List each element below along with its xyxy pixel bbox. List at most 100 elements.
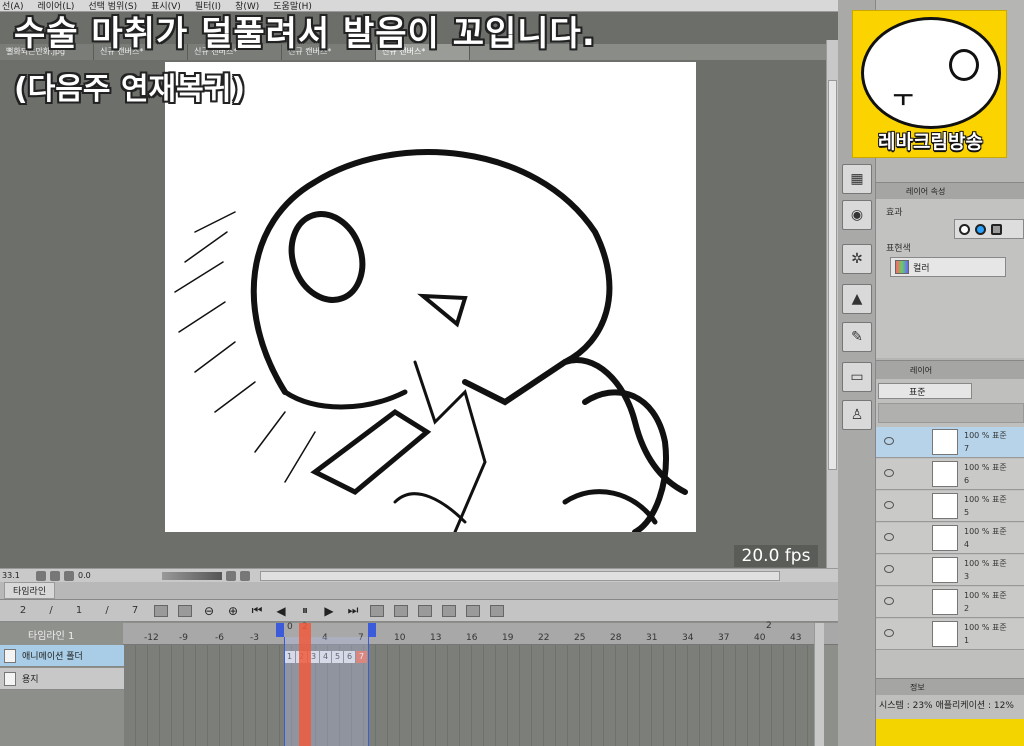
layer-row[interactable]: 100 % 표준 4 [876,523,1024,554]
zoom-in-icon[interactable]: ⊕ [226,604,240,618]
specify-cel-icon[interactable] [418,604,432,617]
layer-row[interactable]: 100 % 표준 3 [876,555,1024,586]
fit-icon[interactable] [64,570,74,581]
ruler-tick: 25 [574,633,586,643]
layer-row[interactable]: 100 % 표준 2 [876,587,1024,618]
ruler-tick: 37 [718,633,730,643]
layer-thumbnail [932,557,958,583]
timeline-tab[interactable]: 타임라인 [4,582,56,599]
first-frame-icon[interactable]: ⏮ [250,603,264,618]
tab-layers[interactable]: 레이어 [876,361,1024,379]
playhead[interactable] [299,623,311,746]
rotate-right-icon[interactable] [240,570,250,581]
visibility-eye-icon[interactable] [884,437,894,445]
delete-cel-icon[interactable] [442,604,456,617]
playback-range-band [284,637,368,746]
pause-icon[interactable]: ⏸ [298,603,312,618]
visibility-eye-icon[interactable] [884,469,894,477]
layer-row[interactable]: 100 % 표준 1 [876,619,1024,650]
layer-thumbnail [932,589,958,615]
onion-skin-icon[interactable] [466,604,480,617]
frame-grid[interactable] [124,645,814,746]
visibility-eye-icon[interactable] [884,565,894,573]
expression-color-value: 컬러 [913,264,930,274]
image-tool-icon[interactable]: ▲ [842,284,872,314]
track-animation-folder[interactable]: 애니메이션 폴더 [0,645,124,667]
track-paper[interactable]: 용지 [0,668,124,690]
last-frame-icon[interactable]: ⏭ [346,603,360,618]
light-table-icon[interactable] [490,604,504,617]
timeline-toolbar: 2 / 1 / 7 ⊖ ⊕ ⏮ ◀ ⏸ ▶ ⏭ [0,600,838,622]
effect-tool-icon[interactable]: ✲ [842,244,872,274]
canvas-horizontal-scrollbar[interactable] [260,570,780,581]
canvas-status-bar: 33.1 0.0 [0,568,838,582]
character-drawing [174,149,688,535]
layer-row[interactable]: 100 % 표준 5 [876,491,1024,522]
tab-info[interactable]: 정보 [876,679,1024,695]
frame-field-b[interactable]: 1 [70,605,88,616]
logo-eye [949,49,979,81]
ruler-tick: -6 [215,633,224,643]
ruler-tick: 13 [430,633,442,643]
next-frame-icon[interactable]: ▶ [322,604,336,618]
visibility-eye-icon[interactable] [884,629,894,637]
visibility-eye-icon[interactable] [884,501,894,509]
canvas-vertical-scrollbar[interactable] [826,40,838,568]
blend-mode-select[interactable]: 표준 [878,383,972,399]
rotation-value[interactable]: 0.0 [78,571,158,580]
loop-icon[interactable] [370,604,384,617]
info-footer-bar [876,719,1024,746]
system-usage-text: 시스템 : 23% 애플리케이션 : 12% [879,701,1014,711]
figure-tool-icon[interactable]: ♙ [842,400,872,430]
channel-logo: ㅜ 레바크림방송 [852,10,1007,158]
frame-ruler[interactable]: -12 -9 -6 -3 0 2 4 7 10 13 16 19 22 25 2… [124,621,814,645]
layer-opacity-blend: 100 % 표준 [964,463,1007,472]
folder-tool-icon[interactable]: ▭ [842,362,872,392]
range-start-line [284,637,285,746]
frame-field-c[interactable]: 7 [126,605,144,616]
ruler-tick: 43 [790,633,802,643]
folder-icon [4,648,16,663]
prev-frame-icon[interactable]: ◀ [274,604,288,618]
zoom-out-icon[interactable] [36,570,46,581]
visibility-eye-icon[interactable] [884,533,894,541]
edit-tool-icon[interactable]: ✎ [842,322,872,352]
layer-name: 4 [964,540,970,549]
border-effect-icon[interactable] [959,223,970,235]
rotate-left-icon[interactable] [226,570,236,581]
expression-color-select[interactable]: 컬러 [890,257,1006,277]
timeline-settings-icon[interactable] [154,604,168,617]
layer-row[interactable]: 100 % 표준 7 [876,427,1024,458]
rotation-slider[interactable] [162,571,222,580]
range-end-marker[interactable] [368,623,376,637]
range-start-marker[interactable] [276,623,284,637]
timeline-edit-icon[interactable] [178,604,192,617]
ruler-tick: 31 [646,633,658,643]
frame-field-a[interactable]: 2 [14,605,32,616]
info-panel: 정보 시스템 : 23% 애플리케이션 : 12% [876,678,1024,746]
pattern-tool-icon[interactable]: ▦ [842,164,872,194]
zoom-in-icon[interactable] [50,570,60,581]
scroll-thumb[interactable] [828,80,837,470]
timeline-scrollbar[interactable] [814,623,824,746]
layer-toolbar[interactable] [878,403,1024,423]
timeline-name[interactable]: 타임라인 1 [0,623,123,645]
layer-name: 3 [964,572,970,581]
layer-opacity-blend: 100 % 표준 [964,623,1007,632]
overlay-caption-main: 수술 마취가 덜풀려서 발음이 꼬입니다. [14,14,596,54]
timeline-title-bar: 타임라인 [0,582,838,600]
zoom-out-icon[interactable]: ⊖ [202,604,216,618]
fps-display: 20.0 fps [734,545,818,567]
layer-name: 2 [964,604,970,613]
canvas-paper[interactable] [165,62,696,535]
layer-row[interactable]: 100 % 표준 6 [876,459,1024,490]
tone-effect-icon[interactable] [975,223,986,235]
canvas-area[interactable] [0,60,826,568]
tab-layer-properties[interactable]: 레이어 속성 [876,183,1024,199]
zoom-level[interactable]: 33.1 [2,571,32,580]
new-cel-icon[interactable] [394,604,408,617]
visibility-eye-icon[interactable] [884,597,894,605]
material-tool-icon[interactable]: ◉ [842,200,872,230]
timeline-tracks: 애니메이션 폴더 용지 1 2 3 4 5 6 7 [0,645,838,746]
pattern-effect-icon[interactable] [991,223,1002,235]
